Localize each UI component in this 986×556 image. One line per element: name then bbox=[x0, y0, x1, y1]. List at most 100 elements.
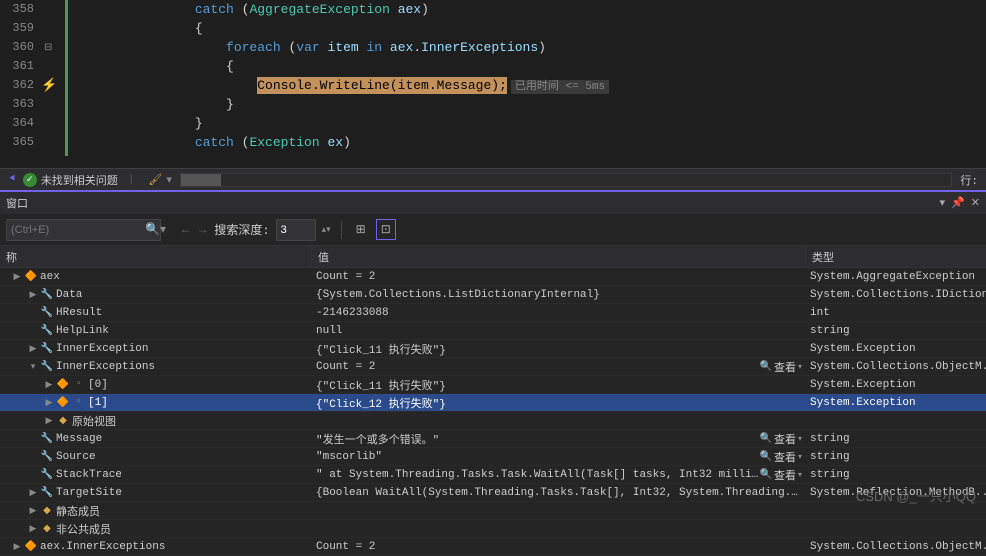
row-name: [1] bbox=[88, 397, 108, 409]
bug-icon: 🔶 bbox=[24, 540, 38, 554]
table-row[interactable]: 🔧HelpLinknullstring bbox=[0, 322, 986, 340]
expand-icon[interactable]: ▶ bbox=[28, 506, 38, 516]
view-button[interactable]: 🔍查看▾ bbox=[760, 431, 802, 447]
row-name: InnerExceptions bbox=[56, 361, 155, 373]
header-value[interactable]: 值 bbox=[312, 246, 806, 267]
table-row[interactable]: 🔧HResult -2146233088 int bbox=[0, 304, 986, 322]
cls-icon: ◆ bbox=[40, 522, 54, 536]
code-area[interactable]: catch (AggregateException aex) { foreach… bbox=[65, 0, 986, 168]
nav-left-icon[interactable]: ⯇ bbox=[8, 174, 17, 186]
table-row[interactable]: ▶◆原始视图 bbox=[0, 412, 986, 430]
prop-icon: 🔧 bbox=[40, 306, 54, 320]
grid-body[interactable]: ▶🔶aexCount = 2System.AggregateException▶… bbox=[0, 268, 986, 556]
search-icon[interactable]: 🔍▾ bbox=[145, 222, 166, 237]
pin-icon[interactable]: 📌 bbox=[951, 196, 965, 210]
view-button[interactable]: 🔍查看▾ bbox=[760, 449, 802, 465]
depth-input[interactable] bbox=[276, 219, 316, 241]
table-row[interactable]: ▶🔶▫[0]{"Click_11 执行失败"}System.Exception bbox=[0, 376, 986, 394]
expand-icon[interactable]: ▶ bbox=[44, 398, 54, 408]
expand-icon[interactable]: ▶ bbox=[28, 344, 38, 354]
table-row[interactable]: ▶◆非公共成员 bbox=[0, 520, 986, 538]
table-row[interactable]: 🔧Message"发生一个或多个错误。"🔍查看▾string bbox=[0, 430, 986, 448]
expand-icon[interactable]: ▶ bbox=[44, 416, 54, 426]
prop-icon: 🔧 bbox=[40, 486, 54, 500]
search-input[interactable] bbox=[6, 219, 161, 241]
expand-icon[interactable]: ▾ bbox=[28, 362, 38, 372]
row-type: string bbox=[810, 325, 850, 337]
view-button[interactable]: 🔍查看▾ bbox=[760, 359, 802, 375]
fold-toggle-icon[interactable]: ⊟ bbox=[44, 42, 52, 54]
expand-icon[interactable]: ▶ bbox=[44, 380, 54, 390]
row-value: {"Click_11 执行失败"} bbox=[316, 341, 446, 357]
row-value: Count = 2 bbox=[316, 541, 375, 553]
row-type: System.Collections.ObjectM... bbox=[810, 361, 986, 373]
row-name: aex.InnerExceptions bbox=[40, 541, 165, 553]
row-type: string bbox=[810, 433, 850, 445]
row-value: -2146233088 bbox=[316, 307, 389, 319]
header-name[interactable]: 称 bbox=[0, 246, 312, 267]
table-row[interactable]: ▶🔶aex.InnerExceptions Count = 2 System.Col… bbox=[0, 538, 986, 556]
perf-hint: 已用时间 <= 5ms bbox=[511, 80, 609, 94]
table-row[interactable]: 🔧Source"mscorlib"🔍查看▾string bbox=[0, 448, 986, 466]
prop-icon: 🔧 bbox=[40, 288, 54, 302]
table-row[interactable]: 🔧StackTrace" at System.Threading.Tasks.T… bbox=[0, 466, 986, 484]
row-value: null bbox=[316, 325, 342, 337]
tool-btn-2[interactable]: ⊡ bbox=[376, 219, 396, 240]
row-name: 非公共成员 bbox=[56, 521, 111, 537]
row-name: Data bbox=[56, 289, 82, 301]
row-name: 原始视图 bbox=[72, 413, 116, 429]
nav-back-icon[interactable]: ← bbox=[180, 223, 191, 237]
expand-icon[interactable]: ▶ bbox=[28, 524, 38, 534]
expand-icon[interactable]: ▶ bbox=[28, 488, 38, 498]
depth-label: 搜索深度: bbox=[214, 221, 269, 238]
header-type[interactable]: 类型 bbox=[806, 246, 986, 267]
grid-header[interactable]: 称 值 类型 bbox=[0, 246, 986, 268]
row-type: System.AggregateException bbox=[810, 271, 975, 283]
row-type: string bbox=[810, 451, 850, 463]
prop-icon: 🔧 bbox=[40, 324, 54, 338]
bug-icon: 🔶 bbox=[24, 270, 38, 284]
table-row[interactable]: ▾🔧InnerExceptions Count = 2 🔍查看▾ System.Col… bbox=[0, 358, 986, 376]
nav-fwd-icon[interactable]: → bbox=[197, 223, 208, 237]
row-value: {"Click_11 执行失败"} bbox=[316, 377, 446, 393]
row-type: int bbox=[810, 307, 830, 319]
current-statement: Console.WriteLine(item.Message); bbox=[257, 77, 507, 94]
watch-panel: 窗口 ▾ 📌 ✕ 🔍▾ ← → 搜索深度: ▴▾ ⊞ ⊡ 称 值 类型 ▶🔶ae… bbox=[0, 190, 986, 556]
row-value: " at System.Threading.Tasks.Task.WaitAll… bbox=[316, 469, 760, 481]
row-value: "发生一个或多个错误。" bbox=[316, 431, 439, 447]
close-icon[interactable]: ✕ bbox=[971, 196, 980, 210]
watermark: CSDN @_一只小QQ bbox=[856, 486, 976, 505]
row-name: 静态成员 bbox=[56, 503, 100, 519]
row-type: string bbox=[810, 469, 850, 481]
brush-icon[interactable]: 🖌 bbox=[148, 173, 162, 187]
cls-icon: ◆ bbox=[40, 504, 54, 518]
table-row[interactable]: ▶◆静态成员 bbox=[0, 502, 986, 520]
prop-icon: 🔧 bbox=[40, 450, 54, 464]
dropdown-icon[interactable]: ▾ bbox=[940, 196, 946, 210]
table-row[interactable]: ▶🔧InnerException{"Click_11 执行失败"}System.… bbox=[0, 340, 986, 358]
table-row[interactable]: ▶🔶▫[1]{"Click_12 执行失败"}System.Exception bbox=[0, 394, 986, 412]
expand-icon[interactable]: ▶ bbox=[12, 542, 22, 552]
row-type: System.Collections.ObjectM... bbox=[810, 541, 986, 553]
row-value: {"Click_12 执行失败"} bbox=[316, 395, 446, 411]
line-col-label: 行: bbox=[960, 172, 978, 188]
horizontal-scrollbar[interactable] bbox=[180, 173, 952, 187]
row-name: HResult bbox=[56, 307, 102, 319]
tool-btn-1[interactable]: ⊞ bbox=[352, 220, 370, 239]
code-editor[interactable]: 358359360361362363364365 ⊟ catch (Aggreg… bbox=[0, 0, 986, 168]
row-name: StackTrace bbox=[56, 469, 122, 481]
prop-icon: 🔧 bbox=[40, 342, 54, 356]
expand-icon[interactable]: ▶ bbox=[28, 290, 38, 300]
expand-icon[interactable]: ▶ bbox=[12, 272, 22, 282]
view-button[interactable]: 🔍查看▾ bbox=[760, 467, 802, 483]
row-value: Count = 2 bbox=[316, 361, 375, 373]
issues-text[interactable]: 未找到相关问题 bbox=[41, 172, 118, 188]
row-type: System.Exception bbox=[810, 397, 916, 409]
row-name: TargetSite bbox=[56, 487, 122, 499]
table-row[interactable]: ▶🔧Data{System.Collections.ListDictionary… bbox=[0, 286, 986, 304]
prop-icon: 🔧 bbox=[40, 360, 54, 374]
panel-titlebar[interactable]: 窗口 ▾ 📌 ✕ bbox=[0, 192, 986, 214]
bug-icon: 🔶 bbox=[56, 396, 70, 410]
table-row[interactable]: ▶🔶aexCount = 2System.AggregateException bbox=[0, 268, 986, 286]
table-row[interactable]: ▶🔧TargetSite{Boolean WaitAll(System.Thre… bbox=[0, 484, 986, 502]
